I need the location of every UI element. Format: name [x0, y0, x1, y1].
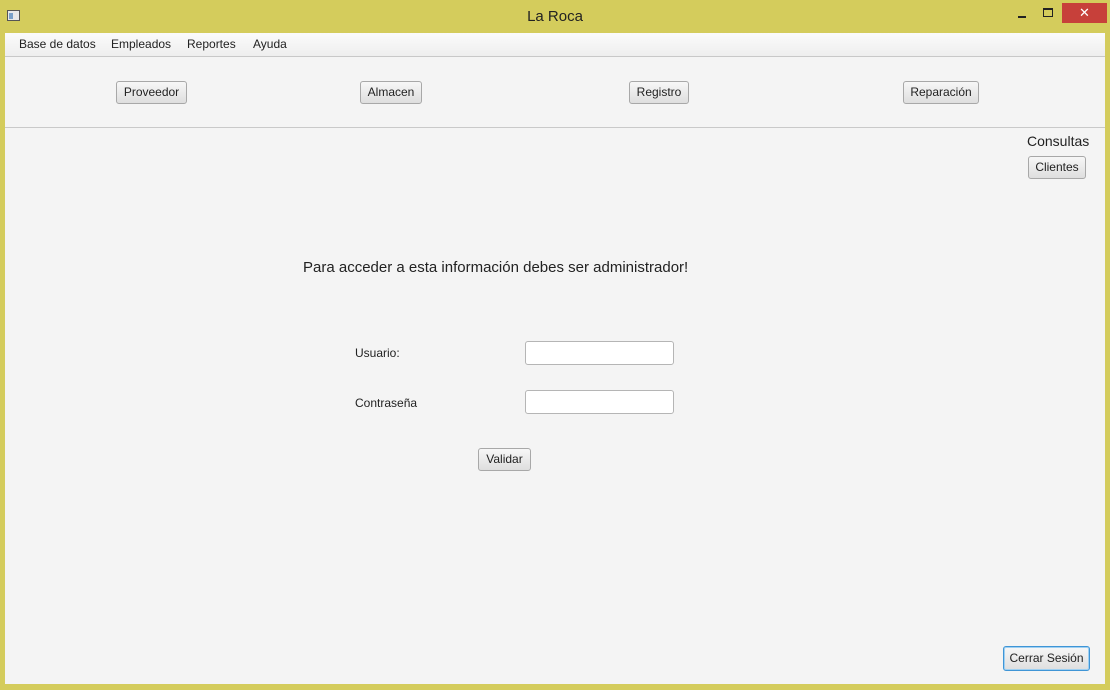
main-content: Base de datos Empleados Reportes Ayuda P…	[5, 33, 1105, 684]
minimize-icon[interactable]	[1012, 3, 1032, 23]
menu-reportes[interactable]: Reportes	[187, 37, 236, 51]
close-icon[interactable]	[1062, 3, 1107, 23]
menu-empleados[interactable]: Empleados	[111, 37, 171, 51]
access-message: Para acceder a esta información debes se…	[303, 259, 689, 276]
reparacion-button[interactable]: Reparación	[903, 81, 979, 104]
clientes-button[interactable]: Clientes	[1028, 156, 1086, 179]
maximize-icon[interactable]	[1038, 3, 1058, 23]
contrasena-label: Contraseña	[355, 396, 418, 410]
usuario-input[interactable]	[525, 341, 674, 365]
toolbar: Proveedor Almacen Registro Reparación	[5, 57, 1105, 128]
almacen-button[interactable]: Almacen	[360, 81, 422, 104]
contrasena-input[interactable]	[525, 390, 674, 414]
proveedor-button[interactable]: Proveedor	[116, 81, 187, 104]
menu-bar: Base de datos Empleados Reportes Ayuda	[5, 33, 1105, 57]
app-window: La Roca Base de datos Empleados Reportes…	[0, 0, 1110, 690]
validar-button[interactable]: Validar	[478, 448, 531, 471]
window-title: La Roca	[527, 8, 583, 25]
menu-ayuda[interactable]: Ayuda	[253, 37, 287, 51]
consultas-label: Consultas	[1027, 133, 1090, 149]
registro-button[interactable]: Registro	[629, 81, 689, 104]
menu-base-de-datos[interactable]: Base de datos	[19, 37, 96, 51]
cerrar-sesion-button[interactable]: Cerrar Sesión	[1003, 646, 1090, 671]
usuario-label: Usuario:	[355, 346, 400, 360]
title-bar[interactable]: La Roca	[0, 0, 1110, 33]
